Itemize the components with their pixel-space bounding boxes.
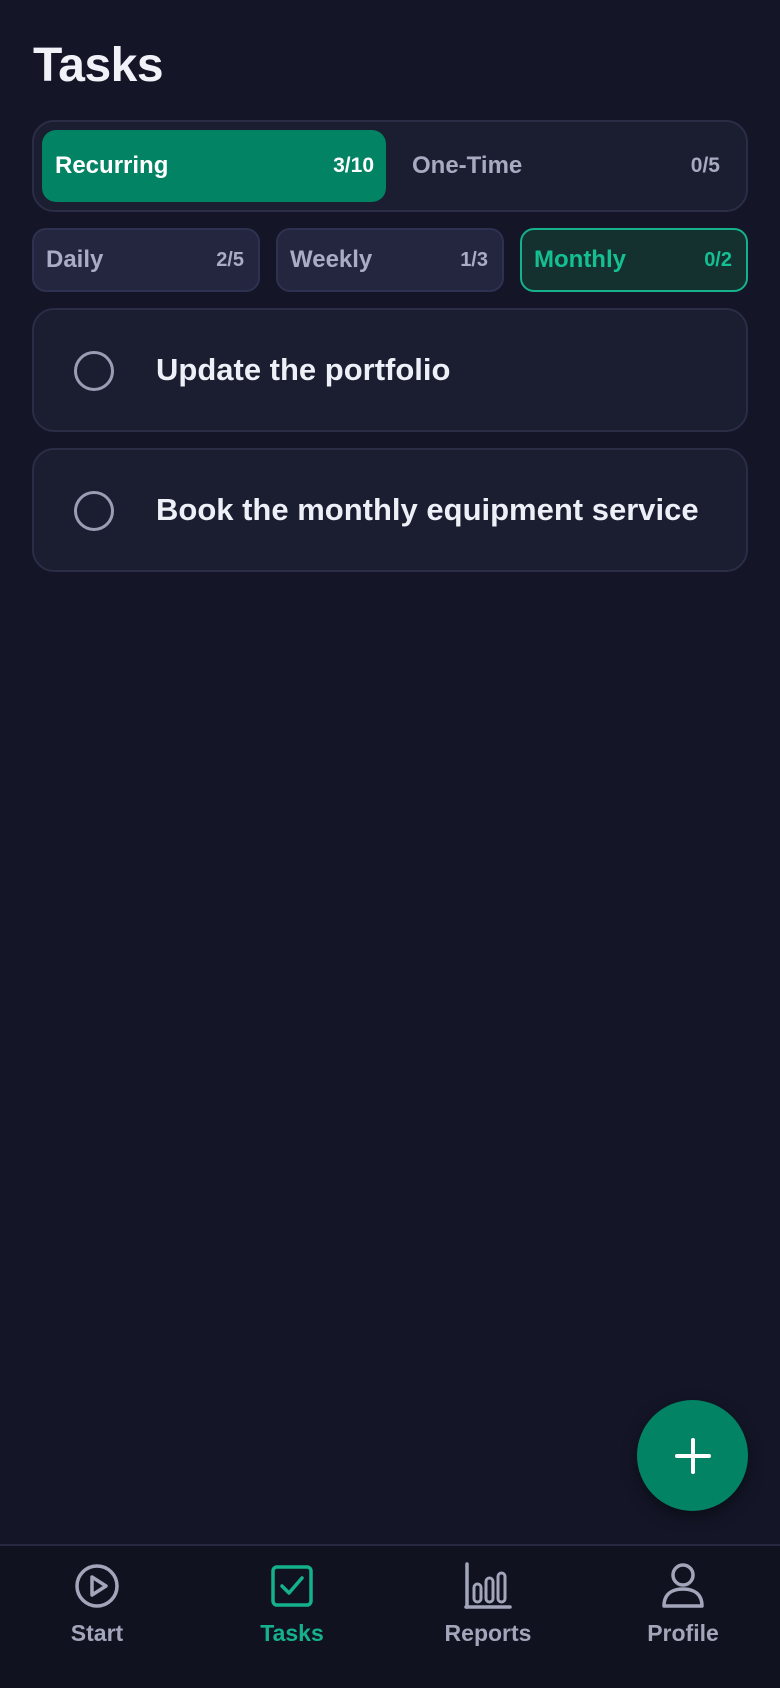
plus-icon bbox=[674, 1437, 711, 1474]
tab-recurring-label: Recurring bbox=[55, 152, 169, 179]
nav-profile[interactable]: Profile bbox=[603, 1560, 763, 1670]
bar-chart-icon bbox=[464, 1562, 512, 1609]
chip-monthly-count: 0/2 bbox=[704, 248, 732, 271]
task-item[interactable]: Book the monthly equipment service bbox=[32, 448, 748, 572]
nav-tasks-label: Tasks bbox=[260, 1620, 324, 1646]
checkbox-icon bbox=[271, 1565, 313, 1607]
frequency-filter: Daily 2/5 Weekly 1/3 Monthly 0/2 bbox=[32, 228, 748, 292]
nav-profile-label: Profile bbox=[647, 1620, 719, 1646]
nav-reports[interactable]: Reports bbox=[408, 1560, 568, 1670]
tab-recurring[interactable]: Recurring 3/10 bbox=[42, 130, 386, 202]
chip-weekly-count: 1/3 bbox=[460, 248, 488, 271]
task-item[interactable]: Update the portfolio bbox=[32, 308, 748, 432]
task-checkbox[interactable] bbox=[74, 351, 114, 391]
task-title: Update the portfolio bbox=[156, 352, 451, 387]
tab-one-time-label: One-Time bbox=[412, 152, 523, 179]
task-title: Book the monthly equipment service bbox=[156, 492, 699, 527]
task-checkbox[interactable] bbox=[74, 491, 114, 531]
app-screen: Tasks Recurring 3/10 One-Time 0/5 Daily … bbox=[0, 0, 780, 1688]
chip-weekly-label: Weekly bbox=[290, 246, 373, 273]
chip-daily-count: 2/5 bbox=[216, 248, 244, 271]
chip-daily[interactable]: Daily 2/5 bbox=[32, 228, 260, 292]
chip-daily-label: Daily bbox=[46, 246, 104, 273]
tab-one-time-count: 0/5 bbox=[690, 154, 720, 177]
nav-reports-label: Reports bbox=[444, 1620, 532, 1646]
bottom-navigation: Start Tasks Reports Profile bbox=[0, 1544, 780, 1688]
chip-monthly[interactable]: Monthly 0/2 bbox=[520, 228, 748, 292]
chip-monthly-label: Monthly bbox=[534, 246, 626, 273]
play-circle-icon bbox=[75, 1564, 119, 1608]
nav-start[interactable]: Start bbox=[17, 1560, 177, 1670]
task-type-switch: Recurring 3/10 One-Time 0/5 bbox=[32, 120, 748, 212]
chip-weekly[interactable]: Weekly 1/3 bbox=[276, 228, 504, 292]
person-icon bbox=[662, 1563, 704, 1608]
tab-recurring-count: 3/10 bbox=[333, 154, 374, 177]
add-task-button[interactable] bbox=[637, 1400, 748, 1511]
nav-tasks[interactable]: Tasks bbox=[212, 1560, 372, 1670]
tab-one-time[interactable]: One-Time 0/5 bbox=[394, 130, 740, 202]
page-title: Tasks bbox=[33, 39, 164, 92]
nav-start-label: Start bbox=[70, 1620, 124, 1646]
